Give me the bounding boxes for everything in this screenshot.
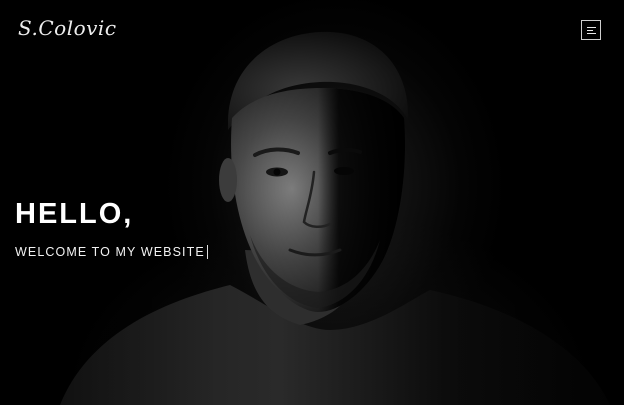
menu-icon-bar-1 <box>587 27 596 28</box>
hero-subtitle-row: WELCOME TO MY WEBSITE <box>15 245 208 259</box>
menu-button[interactable] <box>581 20 601 40</box>
hero-subtitle: WELCOME TO MY WEBSITE <box>15 244 205 259</box>
hero-text: HELLO, WELCOME TO MY WEBSITE <box>15 200 208 259</box>
typing-cursor <box>206 245 208 259</box>
site-logo[interactable]: S.Colovic <box>18 18 117 38</box>
hero-section: S.Colovic HELLO, WELCOME TO MY WEBSITE <box>0 0 624 405</box>
menu-icon-bar-2 <box>587 30 593 31</box>
hero-title: HELLO, <box>15 198 134 230</box>
menu-icon-bar-3 <box>587 33 596 34</box>
